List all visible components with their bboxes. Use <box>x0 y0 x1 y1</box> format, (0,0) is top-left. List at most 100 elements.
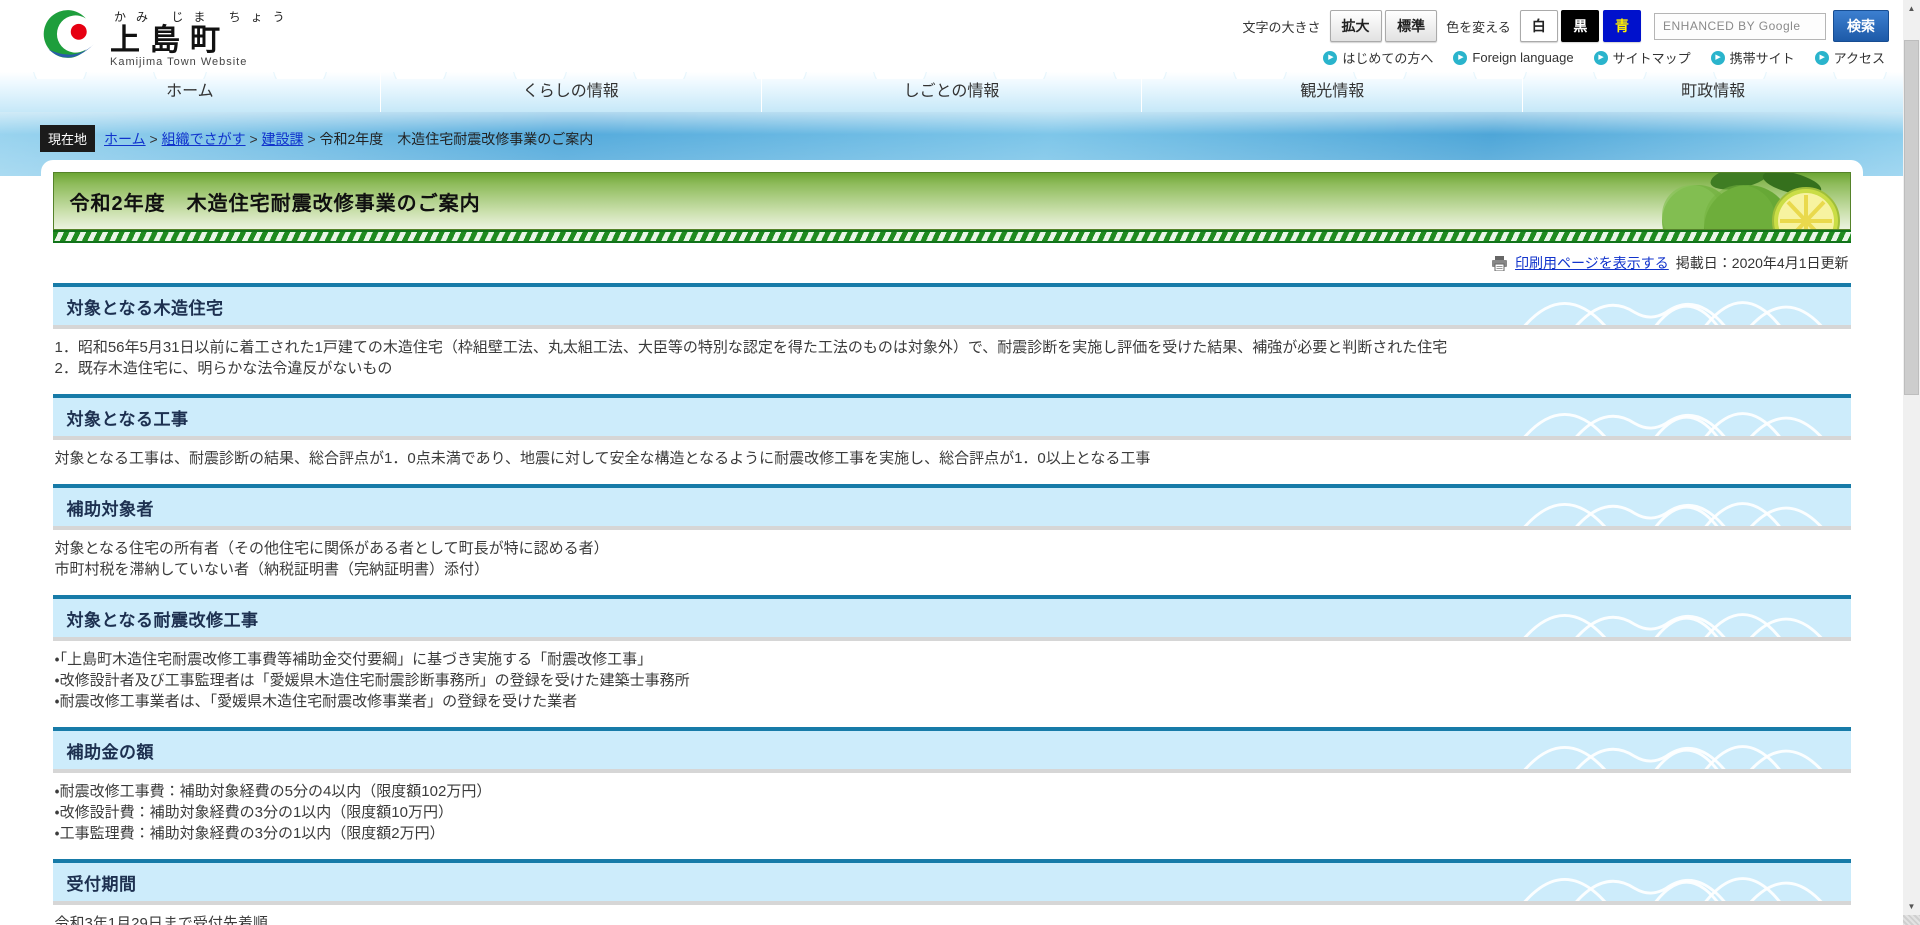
arrow-circle-icon <box>1711 51 1725 65</box>
quick-link[interactable]: アクセス <box>1815 48 1885 67</box>
section-text-line: ・「上島町木造住宅耐震改修工事費等補助金交付要綱」に基づき実施する「耐震改修工事… <box>55 649 1849 670</box>
wave-decoration-icon <box>1503 400 1843 438</box>
section-header: 補助対象者 <box>53 484 1851 530</box>
section-text-line: ・耐震改修工事費：補助対象経費の5分の4以内（限度額102万円） <box>55 781 1849 802</box>
font-size-button[interactable]: 拡大 <box>1330 10 1382 42</box>
section-body: 対象となる工事は、耐震診断の結果、総合評点が1．0点未満であり、地震に対して安全… <box>53 440 1851 484</box>
nav-item[interactable]: くらしの情報 <box>380 72 761 112</box>
wave-decoration-icon <box>1503 289 1843 327</box>
content-box: 令和2年度 木造住宅耐震改修事業のご案内 <box>41 160 1863 925</box>
page-title: 令和2年度 木造住宅耐震改修事業のご案内 <box>70 187 481 216</box>
scrollbar-down-icon[interactable] <box>1903 898 1920 915</box>
content-section: 対象となる耐震改修工事 ・「上島町木造住宅耐震改修工事費等補助金交付要綱」に基づ… <box>53 595 1851 727</box>
town-name: 上島町 <box>110 25 295 57</box>
header-right: 文字の大きさ 拡大 標準 色を変える 白 黒 青 検索 はじめての方へ Forei… <box>1240 4 1889 72</box>
color-change-label: 色を変える <box>1446 17 1511 36</box>
quick-link[interactable]: Foreign language <box>1453 50 1573 65</box>
section-body: 令和3年1月29日まで受付先着順 <box>53 905 1851 925</box>
site-header: かみ じま ちょう 上島町 Kamijima Town Website 文字の大… <box>0 0 1903 72</box>
browser-viewport: かみ じま ちょう 上島町 Kamijima Town Website 文字の大… <box>0 0 1903 925</box>
breadcrumb-trail: ホーム > 組織でさがす > 建設課 > 令和2年度 木造住宅耐震改修事業のご案… <box>104 129 593 149</box>
quick-link-label: サイトマップ <box>1613 48 1691 67</box>
section-text-line: 対象となる工事は、耐震診断の結果、総合評点が1．0点未満であり、地震に対して安全… <box>55 448 1849 469</box>
header-controls: 文字の大きさ 拡大 標準 色を変える 白 黒 青 検索 <box>1240 10 1889 42</box>
section-header: 受付期間 <box>53 859 1851 905</box>
quick-link-label: はじめての方へ <box>1342 48 1433 67</box>
section-text-line: 1．昭和56年5月31日以前に着工された1戸建ての木造住宅（枠組壁工法、丸太組工… <box>55 337 1849 358</box>
quick-links: はじめての方へ Foreign language サイトマップ 携帯サイト アクセス <box>1323 48 1889 67</box>
color-button[interactable]: 黒 <box>1561 10 1599 42</box>
breadcrumb-separator: > <box>150 131 158 147</box>
quick-link-label: Foreign language <box>1472 50 1573 65</box>
current-location-badge: 現在地 <box>40 125 95 152</box>
vertical-scrollbar[interactable] <box>1903 0 1920 925</box>
breadcrumb-link[interactable]: ホーム <box>104 131 146 147</box>
breadcrumb: 現在地 ホーム > 組織でさがす > 建設課 > 令和2年度 木造住宅耐震改修事… <box>0 112 1903 152</box>
lime-illustration-icon <box>1640 173 1850 229</box>
wave-decoration-icon <box>1503 490 1843 528</box>
wave-decoration-icon <box>1503 601 1843 639</box>
section-title: 対象となる木造住宅 <box>67 294 224 319</box>
nav-item[interactable]: 町政情報 <box>1522 72 1903 112</box>
scrollbar-up-icon[interactable] <box>1903 0 1920 17</box>
print-page-link[interactable]: 印刷用ページを表示する <box>1515 253 1669 273</box>
section-header: 対象となる木造住宅 <box>53 283 1851 329</box>
section-body: ・耐震改修工事費：補助対象経費の5分の4以内（限度額102万円）・改修設計費：補… <box>53 773 1851 859</box>
section-header: 対象となる工事 <box>53 394 1851 440</box>
font-size-button[interactable]: 標準 <box>1385 10 1437 42</box>
section-text-line: ・改修設計費：補助対象経費の3分の1以内（限度額10万円） <box>55 802 1849 823</box>
search-input[interactable] <box>1654 13 1826 40</box>
town-emblem-icon <box>38 7 100 69</box>
breadcrumb-separator: > <box>249 131 257 147</box>
font-size-button-group: 拡大 標準 <box>1330 10 1438 42</box>
quick-link[interactable]: 携帯サイト <box>1711 48 1795 67</box>
color-button[interactable]: 白 <box>1520 10 1558 42</box>
sections-container: 対象となる木造住宅 1．昭和56年5月31日以前に着工された1戸建ての木造住宅（… <box>53 283 1851 925</box>
breadcrumb-link[interactable]: 建設課 <box>262 131 304 147</box>
logo-subtitle: Kamijima Town Website <box>110 56 295 68</box>
quick-link-label: アクセス <box>1834 48 1885 67</box>
color-button[interactable]: 青 <box>1603 10 1641 42</box>
posted-date: 掲載日：2020年4月1日更新 <box>1676 253 1849 273</box>
logo-furigana: かみ じま ちょう <box>114 8 295 25</box>
content-section: 受付期間 令和3年1月29日まで受付先着順 <box>53 859 1851 925</box>
content-section: 対象となる工事 対象となる工事は、耐震診断の結果、総合評点が1．0点未満であり、… <box>53 394 1851 484</box>
print-row: 印刷用ページを表示する 掲載日：2020年4月1日更新 <box>53 253 1849 273</box>
nav-item[interactable]: ホーム <box>0 72 380 112</box>
section-title: 補助対象者 <box>67 495 155 520</box>
quick-link[interactable]: サイトマップ <box>1594 48 1691 67</box>
arrow-circle-icon <box>1453 51 1467 65</box>
page-title-banner: 令和2年度 木造住宅耐震改修事業のご案内 <box>53 172 1851 230</box>
section-body: 対象となる住宅の所有者（その他住宅に関係がある者として町長が特に認める者）市町村… <box>53 530 1851 595</box>
section-title: 対象となる耐震改修工事 <box>67 606 259 631</box>
color-button-group: 白 黒 青 <box>1520 10 1641 42</box>
breadcrumb-current: 令和2年度 木造住宅耐震改修事業のご案内 <box>320 131 594 147</box>
nav-item[interactable]: しごとの情報 <box>761 72 1142 112</box>
section-text-line: 対象となる住宅の所有者（その他住宅に関係がある者として町長が特に認める者） <box>55 538 1849 559</box>
scrollbar-corner <box>1903 915 1920 925</box>
global-nav: ホームくらしの情報しごとの情報観光情報町政情報 <box>0 72 1903 112</box>
section-header: 対象となる耐震改修工事 <box>53 595 1851 641</box>
arrow-circle-icon <box>1323 51 1337 65</box>
arrow-circle-icon <box>1815 51 1829 65</box>
wave-decoration-icon <box>1503 733 1843 771</box>
section-text-line: 2．既存木造住宅に、明らかな法令違反がないもの <box>55 358 1849 379</box>
quick-link-label: 携帯サイト <box>1730 48 1795 67</box>
content-section: 補助対象者 対象となる住宅の所有者（その他住宅に関係がある者として町長が特に認め… <box>53 484 1851 595</box>
breadcrumb-link[interactable]: 組織でさがす <box>162 131 246 147</box>
search-button[interactable]: 検索 <box>1833 10 1889 42</box>
font-size-label: 文字の大きさ <box>1242 17 1320 36</box>
section-header: 補助金の額 <box>53 727 1851 773</box>
content-wrap: 令和2年度 木造住宅耐震改修事業のご案内 <box>0 160 1903 925</box>
section-text-line: ・改修設計者及び工事監理者は「愛媛県木造住宅耐震診断事務所」の登録を受けた建築士… <box>55 670 1849 691</box>
quick-link[interactable]: はじめての方へ <box>1323 48 1433 67</box>
section-text-line: ・耐震改修工事業者は、「愛媛県木造住宅耐震改修事業者」の登録を受けた業者 <box>55 691 1849 712</box>
section-body: ・「上島町木造住宅耐震改修工事費等補助金交付要綱」に基づき実施する「耐震改修工事… <box>53 641 1851 727</box>
section-text-line: 市町村税を滞納していない者（納税証明書（完納証明書）添付） <box>55 559 1849 580</box>
breadcrumb-separator: > <box>307 131 315 147</box>
site-logo[interactable]: かみ じま ちょう 上島町 Kamijima Town Website <box>38 4 295 72</box>
nav-item[interactable]: 観光情報 <box>1141 72 1522 112</box>
section-title: 対象となる工事 <box>67 405 189 430</box>
scrollbar-thumb[interactable] <box>1904 40 1919 395</box>
section-text-line: 令和3年1月29日まで受付先着順 <box>55 913 1849 925</box>
